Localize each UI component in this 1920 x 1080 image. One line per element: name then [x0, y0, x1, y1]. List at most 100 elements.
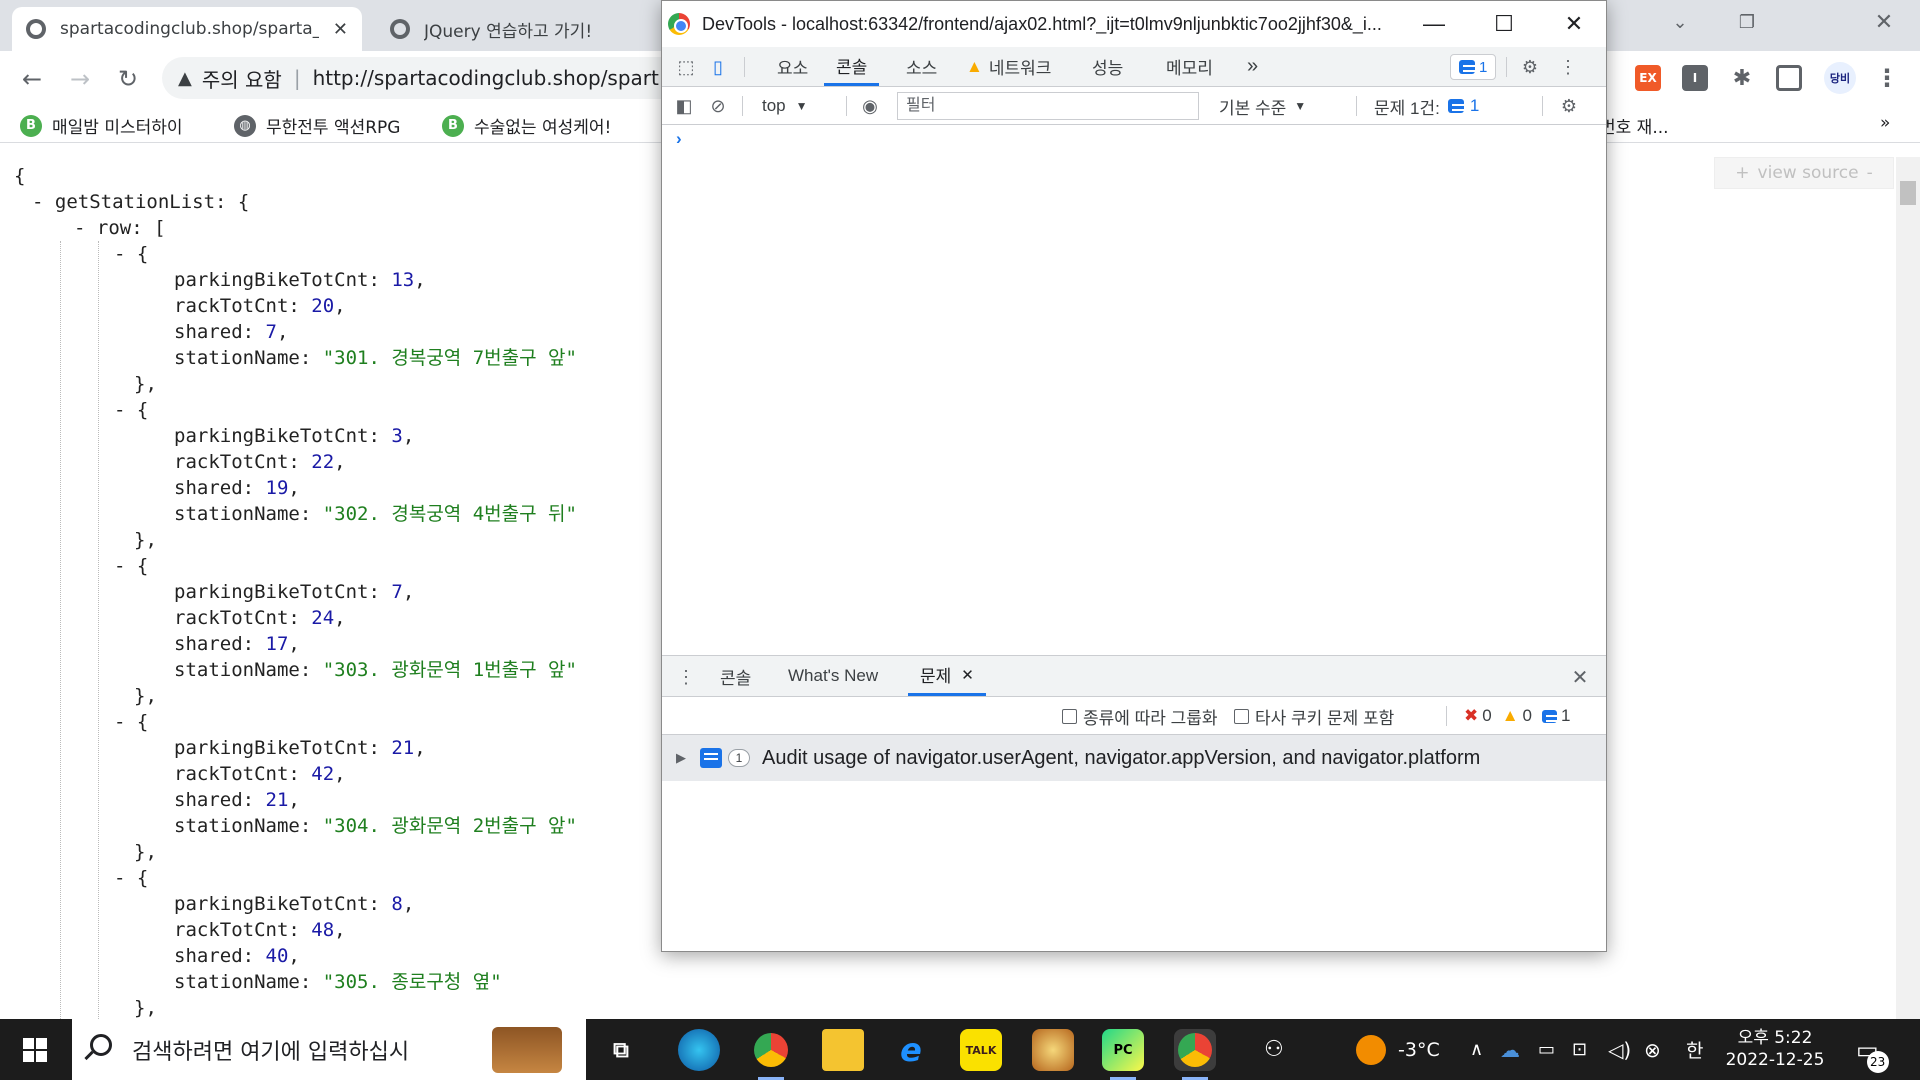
- mute-status-icon[interactable]: ⊗: [1644, 1019, 1661, 1080]
- collapse-toggle[interactable]: -: [74, 217, 97, 239]
- ime-indicator[interactable]: 한: [1686, 1019, 1703, 1080]
- windows-logo-icon: [23, 1037, 47, 1062]
- ex-extension-icon[interactable]: EX: [1635, 65, 1661, 91]
- bookmark-item[interactable]: 번호 재...: [1600, 113, 1669, 138]
- browser-tab-sparta[interactable]: spartacodingclub.shop/sparta_a ✕: [12, 7, 362, 51]
- issue-count-pill: 1: [728, 749, 750, 767]
- browser-tab-jquery[interactable]: JQuery 연습하고 가기!: [376, 7, 636, 51]
- third-party-cookie-checkbox[interactable]: 타사 쿠키 문제 포함: [1222, 697, 1406, 735]
- sidebar-toggle-icon[interactable]: ◧: [672, 94, 696, 118]
- console-output[interactable]: ›: [662, 125, 1606, 655]
- maximize-icon[interactable]: ☐: [1472, 1, 1536, 47]
- back-icon[interactable]: ←: [16, 63, 48, 95]
- log-level-selector[interactable]: 기본 수준 ▼: [1207, 87, 1318, 125]
- onedrive-icon[interactable]: ☁: [1500, 1019, 1520, 1080]
- collapse-toggle[interactable]: -: [32, 191, 55, 213]
- live-expression-eye-icon[interactable]: ◉: [858, 94, 882, 118]
- drawer-menu-icon[interactable]: ⋮: [674, 665, 698, 689]
- bookmark-item[interactable]: ◍ 무한전투 액션RPG: [234, 113, 400, 138]
- close-window-icon[interactable]: ✕: [1854, 0, 1914, 44]
- puzzle-icon[interactable]: ✱: [1729, 65, 1755, 91]
- network-icon[interactable]: ⊡: [1572, 1019, 1587, 1080]
- messages-badge[interactable]: 1: [1450, 54, 1497, 80]
- tab-close-icon[interactable]: ✕: [333, 19, 348, 40]
- internet-explorer-icon[interactable]: e: [890, 1029, 932, 1071]
- bookmark-item[interactable]: B 수술없는 여성케어!: [442, 113, 611, 138]
- pycharm-icon[interactable]: PC: [1102, 1029, 1144, 1080]
- json-value: "302. 경복궁역 4번출구 뒤": [322, 503, 577, 525]
- i-extension-icon[interactable]: I: [1682, 65, 1708, 91]
- scrollbar-thumb[interactable]: [1900, 181, 1916, 205]
- drawer-tab-issues[interactable]: 문제 ✕: [908, 656, 986, 696]
- weather-widget[interactable]: -3°C: [1356, 1019, 1440, 1080]
- reload-icon[interactable]: ↻: [112, 63, 144, 95]
- chrome-taskbar-icon[interactable]: [750, 1029, 792, 1080]
- json-field-parkingBikeTotCnt: parkingBikeTotCnt: 3,: [174, 425, 415, 447]
- json-item-open[interactable]: - {: [114, 397, 148, 423]
- filter-input[interactable]: [897, 92, 1199, 120]
- bookmarks-more-icon[interactable]: »: [1880, 113, 1890, 133]
- divider: [1506, 57, 1507, 77]
- clock[interactable]: 오후 5:22 2022-12-25: [1720, 1027, 1830, 1071]
- json-item-open[interactable]: - {: [114, 709, 148, 735]
- tab-sources[interactable]: 소스: [894, 47, 949, 86]
- start-button[interactable]: [0, 1019, 70, 1080]
- tab-elements[interactable]: 요소: [765, 47, 820, 86]
- taskbar-search-box[interactable]: 검색하려면 여기에 입력하십시: [72, 1019, 586, 1080]
- close-tab-icon[interactable]: ✕: [961, 666, 974, 684]
- tab-memory[interactable]: 메모리: [1154, 47, 1225, 86]
- json-item-open[interactable]: - {: [114, 553, 148, 579]
- json-item-open[interactable]: - {: [114, 241, 148, 267]
- tray-overflow-icon[interactable]: ∧: [1470, 1019, 1483, 1080]
- tab-performance[interactable]: 성능: [1080, 47, 1135, 86]
- context-selector[interactable]: top ▼: [750, 87, 820, 125]
- tab-network[interactable]: ▲ 네트워크: [954, 47, 1063, 86]
- console-settings-gear-icon[interactable]: ⚙: [1557, 94, 1581, 118]
- minimize-icon[interactable]: —: [1402, 1, 1466, 47]
- task-view-icon[interactable]: ⧉: [600, 1029, 642, 1071]
- json-row-key: row: [96, 217, 132, 239]
- tab-search-icon[interactable]: ⌄: [1650, 0, 1710, 44]
- battery-icon[interactable]: ▭: [1538, 1019, 1555, 1080]
- kakaotalk-icon[interactable]: TALK: [960, 1029, 1002, 1071]
- close-icon[interactable]: ✕: [1542, 1, 1606, 47]
- address-bar[interactable]: ▲ 주의 요함 | http://spartacodingclub.shop/s…: [162, 57, 682, 99]
- clear-console-icon[interactable]: ⊘: [706, 94, 730, 118]
- warning-icon: ▲: [178, 67, 192, 89]
- file-explorer-icon[interactable]: [822, 1029, 864, 1071]
- settings-gear-icon[interactable]: ⚙: [1518, 55, 1542, 79]
- tab-console[interactable]: 콘솔: [824, 47, 880, 86]
- bookmark-item[interactable]: B 매일밤 미스터하이: [20, 113, 183, 138]
- json-item-open[interactable]: - {: [114, 865, 148, 891]
- device-toolbar-icon[interactable]: ▯: [706, 55, 730, 79]
- customize-menu-icon[interactable]: ⋮: [1556, 55, 1580, 79]
- menu-icon[interactable]: ⋮: [1874, 64, 1900, 92]
- checkbox[interactable]: [1234, 708, 1249, 724]
- drawer-tab-whats-new[interactable]: What's New: [776, 656, 890, 696]
- expand-arrow-icon[interactable]: ▶: [676, 750, 686, 766]
- restore-window-icon[interactable]: ❐: [1717, 0, 1777, 44]
- security-label[interactable]: 주의 요함: [202, 64, 282, 93]
- people-icon[interactable]: ⚇: [1264, 1019, 1284, 1080]
- view-source-button[interactable]: + view source -: [1714, 157, 1894, 189]
- checkbox[interactable]: [1062, 708, 1077, 724]
- avatar[interactable]: 당비: [1824, 62, 1856, 94]
- notification-center-icon[interactable]: ▭ 23: [1856, 1019, 1901, 1080]
- edge-icon[interactable]: [678, 1029, 720, 1071]
- side-panel-icon[interactable]: [1776, 65, 1802, 91]
- forward-icon[interactable]: →: [64, 63, 96, 95]
- page-scrollbar[interactable]: [1896, 157, 1920, 1019]
- drawer-tab-console[interactable]: 콘솔: [708, 656, 763, 696]
- windows-taskbar: 검색하려면 여기에 입력하십시 ⧉ e TALK PC ⚇ -3°C ∧ ☁ ▭…: [0, 1019, 1920, 1080]
- volume-icon[interactable]: ◁): [1608, 1019, 1631, 1080]
- json-root-key: getStationList: [54, 191, 216, 213]
- url-text[interactable]: http://spartacodingclub.shop/spart: [313, 66, 659, 90]
- paint-icon[interactable]: [1032, 1029, 1074, 1071]
- more-tabs-icon[interactable]: »: [1235, 47, 1270, 86]
- inspect-element-icon[interactable]: ⬚: [674, 55, 698, 79]
- issue-row[interactable]: ▶ 1 Audit usage of navigator.userAgent, …: [662, 735, 1606, 781]
- chrome-devtools-taskbar-icon[interactable]: [1174, 1029, 1216, 1080]
- group-by-kind-checkbox[interactable]: 종류에 따라 그룹화: [1050, 697, 1230, 735]
- issues-counter[interactable]: 문제 1건: 1: [1362, 87, 1491, 125]
- close-drawer-icon[interactable]: ✕: [1568, 665, 1592, 689]
